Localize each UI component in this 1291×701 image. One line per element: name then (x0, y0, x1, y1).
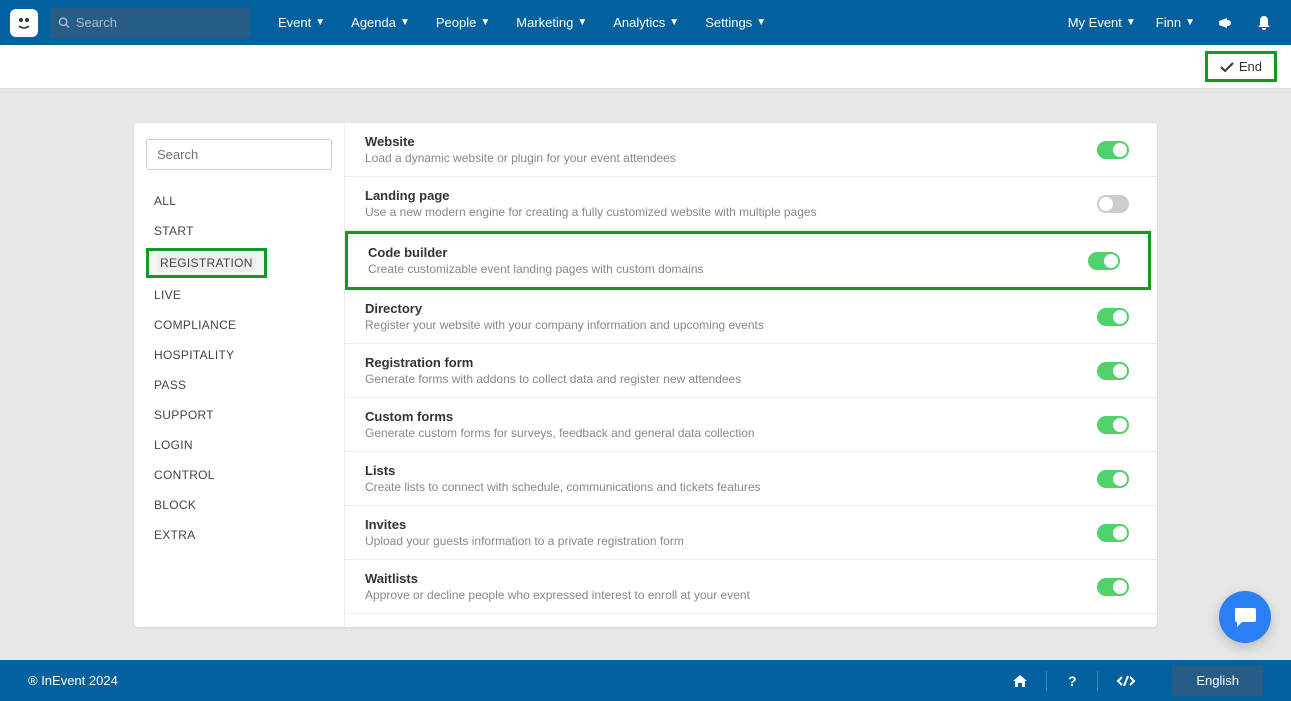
nav-user[interactable]: Finn▼ (1148, 9, 1203, 36)
settings-panel: ALLSTARTREGISTRATIONLIVECOMPLIANCEHOSPIT… (134, 123, 1157, 627)
row-desc: Approve or decline people who expressed … (365, 588, 1097, 602)
language-label: English (1196, 673, 1239, 688)
chevron-down-icon: ▼ (480, 17, 490, 28)
settings-row-directory: Directory Register your website with your… (345, 290, 1157, 344)
home-icon[interactable] (994, 671, 1046, 691)
nav-links: Event▼ Agenda▼ People▼ Marketing▼ Analyt… (268, 9, 776, 36)
toggle-website[interactable] (1097, 141, 1129, 159)
row-title: Landing page (365, 188, 1097, 203)
row-desc: Create lists to connect with schedule, c… (365, 480, 1097, 494)
sidebar-item-live[interactable]: LIVE (146, 280, 332, 310)
nav-event[interactable]: Event▼ (268, 9, 335, 36)
nav-analytics[interactable]: Analytics▼ (603, 9, 689, 36)
subbar: End (0, 45, 1291, 89)
sidebar-item-all[interactable]: ALL (146, 186, 332, 216)
nav-right: My Event▼ Finn▼ (1060, 9, 1281, 37)
help-icon[interactable]: ? (1046, 671, 1097, 691)
announcements-icon[interactable] (1207, 9, 1243, 37)
language-button[interactable]: English (1172, 665, 1263, 696)
sidebar-search-input[interactable] (146, 139, 332, 170)
chevron-down-icon: ▼ (669, 17, 679, 28)
chevron-down-icon: ▼ (1185, 17, 1195, 28)
settings-row-waitlists: Waitlists Approve or decline people who e… (345, 560, 1157, 614)
nav-settings[interactable]: Settings▼ (695, 9, 776, 36)
row-title: Website (365, 134, 1097, 149)
sidebar-item-login[interactable]: LOGIN (146, 430, 332, 460)
toggle-waitlists[interactable] (1097, 578, 1129, 596)
row-title: Lists (365, 463, 1097, 478)
toggle-registration-form[interactable] (1097, 362, 1129, 380)
global-search[interactable] (50, 8, 250, 38)
chat-icon (1232, 604, 1258, 630)
toggle-code-builder[interactable] (1088, 252, 1120, 270)
row-desc: Generate custom forms for surveys, feedb… (365, 426, 1097, 440)
search-icon (58, 16, 70, 29)
end-button-label: End (1239, 59, 1262, 74)
row-desc: Create customizable event landing pages … (368, 262, 1088, 276)
svg-text:?: ? (1068, 674, 1077, 688)
footer-copyright: ® InEvent 2024 (28, 673, 118, 688)
settings-row-lists: Lists Create lists to connect with schedu… (345, 452, 1157, 506)
row-title: Waitlists (365, 571, 1097, 586)
toggle-custom-forms[interactable] (1097, 416, 1129, 434)
toggle-landing-page[interactable] (1097, 195, 1129, 213)
sidebar-item-control[interactable]: CONTROL (146, 460, 332, 490)
top-navbar: Event▼ Agenda▼ People▼ Marketing▼ Analyt… (0, 0, 1291, 45)
row-desc: Use a new modern engine for creating a f… (365, 205, 1097, 219)
sidebar-item-block[interactable]: BLOCK (146, 490, 332, 520)
toggle-lists[interactable] (1097, 470, 1129, 488)
row-desc: Upload your guests information to a priv… (365, 534, 1097, 548)
settings-row-custom-forms: Custom forms Generate custom forms for su… (345, 398, 1157, 452)
footer: ® InEvent 2024 ? English (0, 660, 1291, 701)
settings-row-code-builder: Code builder Create customizable event la… (345, 231, 1151, 290)
nav-agenda[interactable]: Agenda▼ (341, 9, 420, 36)
toggle-invites[interactable] (1097, 524, 1129, 542)
row-title: Registration form (365, 355, 1097, 370)
sidebar-item-extra[interactable]: EXTRA (146, 520, 332, 550)
sidebar-item-registration[interactable]: REGISTRATION (146, 248, 267, 278)
row-title: Code builder (368, 245, 1088, 260)
row-desc: Register your website with your company … (365, 318, 1097, 332)
sidebar-item-start[interactable]: START (146, 216, 332, 246)
check-icon (1220, 61, 1234, 73)
end-button[interactable]: End (1205, 51, 1277, 82)
settings-row-invites: Invites Upload your guests information to… (345, 506, 1157, 560)
chat-button[interactable] (1219, 591, 1271, 643)
row-title: Invites (365, 517, 1097, 532)
row-desc: Generate forms with addons to collect da… (365, 372, 1097, 386)
sidebar-item-compliance[interactable]: COMPLIANCE (146, 310, 332, 340)
row-title: Custom forms (365, 409, 1097, 424)
app-logo[interactable] (10, 9, 38, 37)
settings-row-rsvp: RSVP (345, 614, 1157, 627)
chevron-down-icon: ▼ (400, 17, 410, 28)
chevron-down-icon: ▼ (577, 17, 587, 28)
notifications-icon[interactable] (1247, 9, 1281, 37)
row-title: Directory (365, 301, 1097, 316)
nav-marketing[interactable]: Marketing▼ (506, 9, 597, 36)
settings-row-landing-page: Landing page Use a new modern engine for … (345, 177, 1157, 231)
row-desc: Load a dynamic website or plugin for you… (365, 151, 1097, 165)
global-search-input[interactable] (76, 15, 242, 30)
settings-row-website: Website Load a dynamic website or plugin … (345, 123, 1157, 177)
settings-content[interactable]: Website Load a dynamic website or plugin … (344, 123, 1157, 627)
nav-my-event[interactable]: My Event▼ (1060, 9, 1144, 36)
sidebar-item-support[interactable]: SUPPORT (146, 400, 332, 430)
toggle-directory[interactable] (1097, 308, 1129, 326)
chevron-down-icon: ▼ (756, 17, 766, 28)
settings-sidebar: ALLSTARTREGISTRATIONLIVECOMPLIANCEHOSPIT… (134, 123, 344, 627)
sidebar-item-pass[interactable]: PASS (146, 370, 332, 400)
chevron-down-icon: ▼ (315, 17, 325, 28)
sidebar-item-hospitality[interactable]: HOSPITALITY (146, 340, 332, 370)
nav-people[interactable]: People▼ (426, 9, 500, 36)
chevron-down-icon: ▼ (1126, 17, 1136, 28)
code-icon[interactable] (1097, 671, 1154, 691)
settings-row-registration-form: Registration form Generate forms with add… (345, 344, 1157, 398)
